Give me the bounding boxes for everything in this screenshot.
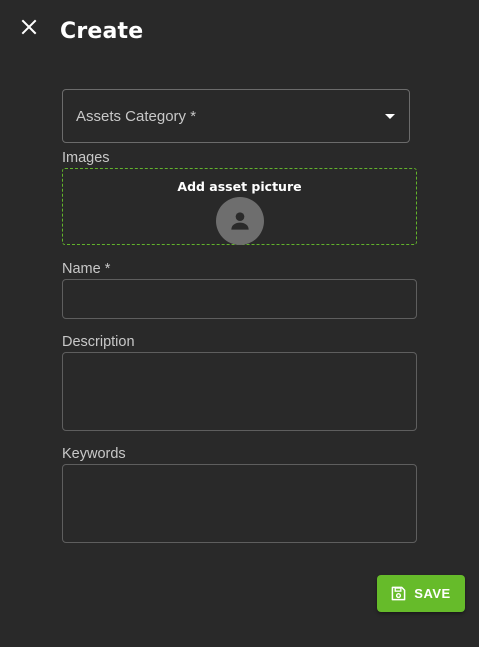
name-label: Name * — [62, 261, 111, 277]
keywords-label: Keywords — [62, 446, 126, 462]
person-icon — [231, 212, 249, 230]
save-label: SAVE — [414, 586, 451, 601]
assets-category-label: Assets Category * — [76, 107, 197, 125]
close-button[interactable] — [18, 16, 40, 38]
close-icon — [21, 19, 37, 35]
keywords-field[interactable] — [62, 464, 417, 543]
save-button[interactable]: SAVE — [377, 575, 465, 612]
save-icon — [391, 586, 406, 601]
description-label: Description — [62, 334, 135, 350]
description-field[interactable] — [62, 352, 417, 431]
image-dropzone[interactable]: Add asset picture — [62, 168, 417, 245]
name-field[interactable] — [62, 279, 417, 319]
assets-category-select[interactable]: Assets Category * — [62, 89, 410, 143]
add-asset-picture-text: Add asset picture — [177, 179, 302, 194]
images-label: Images — [62, 150, 110, 166]
avatar[interactable] — [216, 197, 264, 245]
page-title: Create — [60, 19, 144, 44]
dropdown-caret-icon — [385, 114, 395, 119]
